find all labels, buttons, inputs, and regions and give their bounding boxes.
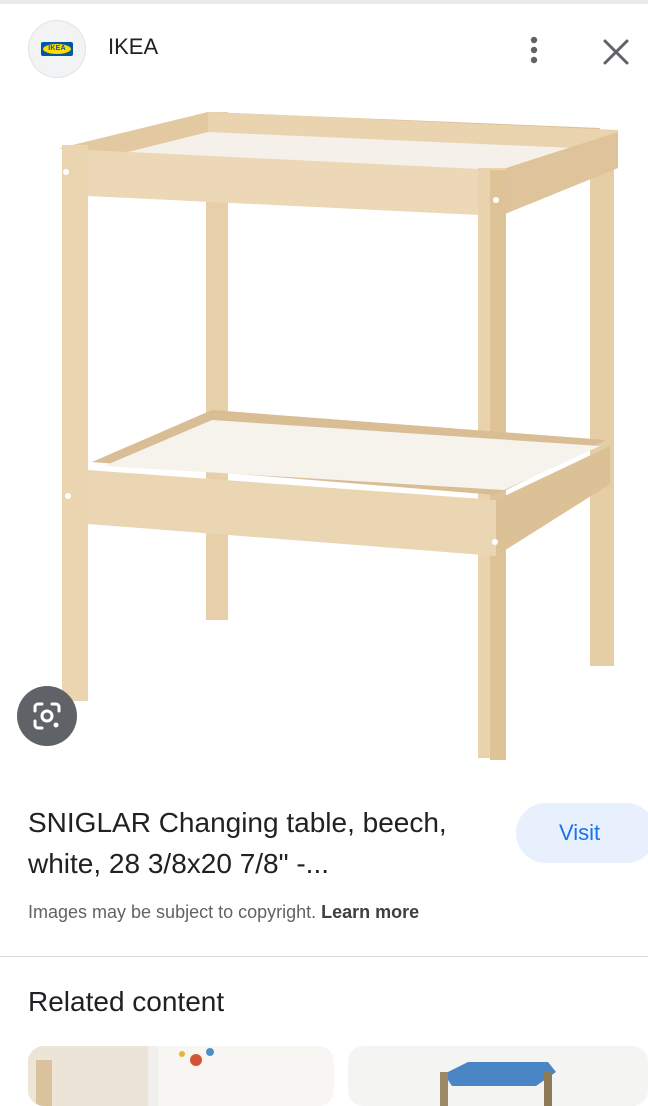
product-title[interactable]: SNIGLAR Changing table, beech, white, 28… bbox=[28, 802, 508, 884]
visit-button[interactable]: Visit bbox=[516, 803, 648, 863]
more-options-button[interactable] bbox=[516, 30, 552, 70]
close-icon bbox=[603, 39, 629, 65]
logo-text: IKEA bbox=[43, 44, 71, 54]
more-vert-icon bbox=[530, 36, 538, 64]
related-content-heading: Related content bbox=[28, 986, 225, 1017]
section-divider bbox=[0, 956, 648, 957]
site-name[interactable]: IKEA bbox=[108, 34, 158, 60]
product-image[interactable] bbox=[0, 96, 648, 776]
lens-search-icon bbox=[33, 702, 61, 730]
copyright-text: Images may be subject to copyright. bbox=[28, 902, 317, 922]
close-button[interactable] bbox=[596, 32, 636, 72]
related-thumbnail-1 bbox=[28, 1046, 334, 1106]
copyright-notice: Images may be subject to copyright. Lear… bbox=[28, 902, 419, 923]
source-header: IKEA IKEA bbox=[0, 4, 648, 96]
related-thumbnail-2 bbox=[348, 1046, 648, 1106]
site-logo[interactable]: IKEA bbox=[28, 20, 86, 78]
learn-more-link[interactable]: Learn more bbox=[321, 902, 419, 922]
lens-search-button[interactable] bbox=[17, 686, 77, 746]
related-card-2[interactable] bbox=[348, 1046, 648, 1106]
related-card-1[interactable] bbox=[28, 1046, 334, 1106]
ikea-logo-icon: IKEA bbox=[41, 42, 73, 56]
changing-table-illustration bbox=[60, 112, 618, 760]
